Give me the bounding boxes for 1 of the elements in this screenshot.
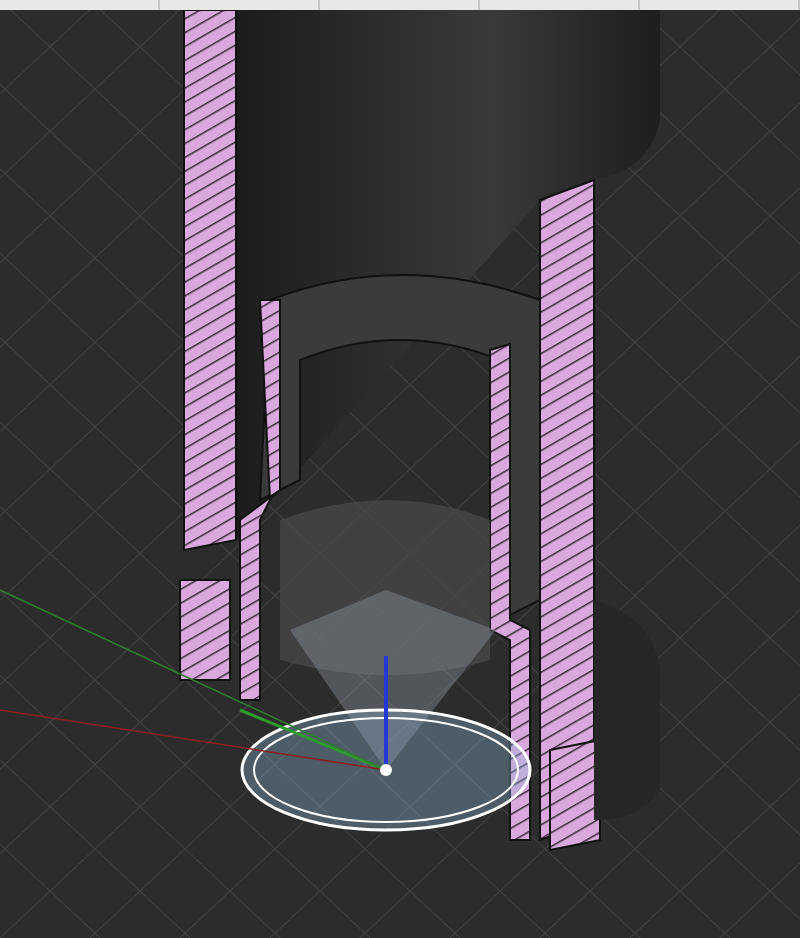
sketch-circle[interactable] — [240, 708, 532, 832]
